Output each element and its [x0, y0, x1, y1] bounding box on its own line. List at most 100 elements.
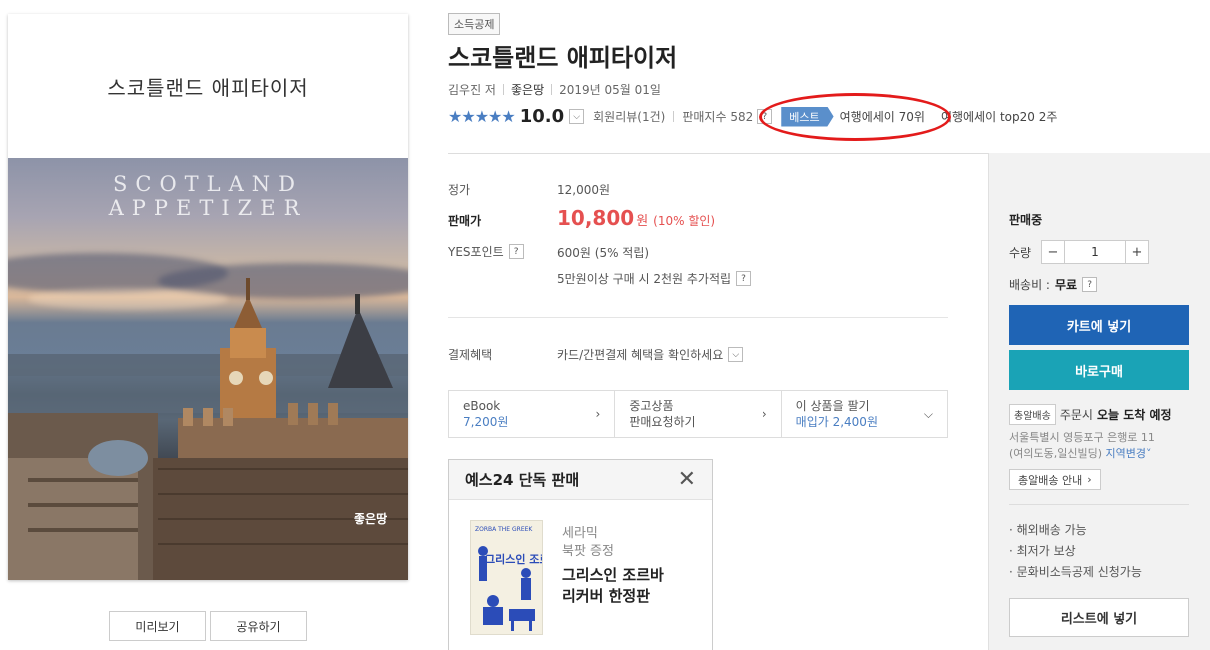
purchase-panel: 판매중 수량 − 1 + 배송비 : 무료 ? 카트에 넣기 바로구매 총알배송…: [988, 153, 1210, 650]
quantity-plus-button[interactable]: +: [1126, 241, 1148, 263]
quantity-label: 수량: [1009, 246, 1032, 260]
chevron-right-icon: ›: [595, 407, 601, 421]
add-to-cart-button[interactable]: 카트에 넣기: [1009, 305, 1189, 345]
divider: [502, 84, 504, 95]
option-title: eBook: [463, 399, 501, 413]
exclusive-title: 예스24 단독 판매: [465, 471, 580, 489]
rating-row: ★★★★★ 10.0 ⌵ 회원리뷰(1건) 판매지수 582 ? 베스트 여행에…: [448, 106, 1057, 127]
list-price-label: 정가: [448, 183, 471, 197]
extra-point: 5만원이상 구매 시 2천원 추가적립 ?: [557, 270, 752, 287]
shipping-value: 무료: [1054, 278, 1078, 292]
preview-button[interactable]: 미리보기: [109, 611, 206, 641]
exclusive-book-big: 그리스인 조르바: [485, 552, 543, 566]
option-sell[interactable]: 이 상품을 팔기 매입가 2,400원 ⌵: [780, 391, 947, 437]
tax-deduction-tag: 소득공제: [448, 13, 501, 35]
delivery-address-line1: 서울특별시 영등포구 은행로 11: [1009, 431, 1155, 444]
sale-price-value: 10,800: [557, 206, 635, 230]
extra-point-text: 5만원이상 구매 시 2천원 추가적립: [557, 272, 732, 286]
chevron-right-icon: ›: [761, 407, 767, 421]
option-ebook[interactable]: eBook 7,200원 ›: [449, 391, 614, 437]
sale-price-unit: 원: [636, 214, 649, 229]
divider: [551, 84, 553, 95]
cover-photo: SCOTLAND APPETIZER 좋은땅: [8, 158, 408, 580]
book-cover[interactable]: 스코틀랜드 애피타이저 SCOTLAND APPETIZER 좋은땅: [8, 14, 408, 580]
divider: [1009, 504, 1189, 505]
delivery-address-line2: (여의도동,일신빌딩) 지역변경˅: [1009, 445, 1152, 461]
chevron-right-icon: ›: [1087, 473, 1092, 486]
point-label-text: YES포인트: [448, 245, 504, 259]
benefit-item: · 최저가 보상: [1009, 544, 1076, 558]
top20-link[interactable]: 여행에세이 top20 2주: [941, 108, 1057, 125]
discount-rate: (10% 할인): [653, 214, 716, 228]
exclusive-panel: 예스24 단독 판매 ✕ ZORBA THE GREEK 그리스인 조르바 세라…: [448, 459, 713, 650]
cover-publisher-mark: 좋은땅: [354, 512, 388, 526]
exclusive-book-top: ZORBA THE GREEK: [475, 526, 533, 533]
cover-korean-title: 스코틀랜드 애피타이저: [107, 75, 309, 100]
shipping-label: 배송비 :: [1009, 278, 1050, 292]
exclusive-sub2: 북팟 증정: [562, 544, 614, 559]
point-label: YES포인트 ?: [448, 243, 524, 260]
bullet-delivery: 총알배송 주문시 오늘 도착 예정: [1009, 404, 1172, 425]
option-subtitle: 판매요청하기: [629, 415, 696, 429]
divider: [673, 111, 675, 122]
star-rating-icon: ★★★★★: [448, 107, 516, 126]
sale-price-label: 판매가: [448, 214, 482, 228]
benefit-item: · 해외배송 가능: [1009, 523, 1087, 537]
exclusive-book-image[interactable]: ZORBA THE GREEK 그리스인 조르바: [470, 520, 543, 635]
bullet-delivery-eta: 오늘 도착 예정: [1096, 408, 1172, 422]
author[interactable]: 김우진 저: [448, 81, 496, 98]
delivery-address-text: (여의도동,일신빌딩): [1009, 447, 1103, 460]
divider: [448, 317, 948, 318]
sale-price: 10,800 원 (10% 할인): [557, 206, 715, 230]
annotation-circle: [759, 93, 951, 141]
help-icon[interactable]: ?: [1082, 277, 1098, 292]
bullet-delivery-text: 주문시: [1059, 408, 1093, 422]
exclusive-name1[interactable]: 그리스인 조르바: [562, 564, 664, 585]
payment-benefit-text: 카드/간편결제 혜택을 확인하세요: [557, 348, 724, 362]
payment-benefit-label: 결제혜택: [448, 348, 493, 362]
product-meta: 김우진 저 좋은땅 2019년 05월 01일: [448, 81, 661, 98]
exclusive-header: 예스24 단독 판매 ✕: [449, 460, 712, 500]
shipping-fee: 배송비 : 무료 ?: [1009, 276, 1098, 293]
help-icon[interactable]: ?: [508, 244, 524, 259]
quantity-stepper: − 1 +: [1041, 240, 1149, 264]
add-to-list-button[interactable]: 리스트에 넣기: [1009, 598, 1189, 637]
chevron-down-icon[interactable]: ⌵: [569, 109, 585, 124]
cover-buttons: 미리보기 공유하기: [109, 611, 307, 641]
option-used[interactable]: 중고상품 판매요청하기 ›: [614, 391, 780, 437]
exclusive-sub1: 세라믹: [562, 526, 598, 541]
option-price: 7,200원: [463, 415, 509, 429]
bullet-delivery-info-label: 총알배송 안내: [1018, 473, 1083, 487]
chevron-down-icon: ˅: [1146, 447, 1152, 460]
rating-score: 10.0: [519, 106, 565, 127]
product-page: 스코틀랜드 애피타이저 SCOTLAND APPETIZER 좋은땅 미리보기 …: [0, 0, 1210, 650]
point-value: 600원 (5% 적립): [557, 246, 650, 260]
quantity-input[interactable]: 1: [1064, 241, 1126, 263]
close-icon[interactable]: ✕: [678, 468, 696, 491]
purchase-options: eBook 7,200원 › 중고상품 판매요청하기 › 이 상품을 팔기 매입…: [448, 390, 948, 438]
chevron-down-icon[interactable]: ⌵: [728, 347, 744, 362]
bullet-delivery-badge: 총알배송: [1009, 404, 1056, 425]
publish-date: 2019년 05월 01일: [559, 83, 661, 97]
benefit-item: · 문화비소득공제 신청가능: [1009, 565, 1142, 579]
cover-cityscape: [8, 278, 408, 580]
product-title: 스코틀랜드 애피타이저: [448, 44, 678, 72]
divider: [448, 153, 988, 154]
sales-index: 판매지수 582: [682, 110, 754, 124]
payment-benefit: 카드/간편결제 혜택을 확인하세요 ⌵: [557, 346, 744, 363]
change-region-link[interactable]: 지역변경: [1106, 447, 1146, 460]
exclusive-book-art: ZORBA THE GREEK 그리스인 조르바: [475, 526, 543, 631]
chevron-down-icon: ⌵: [923, 407, 933, 421]
share-button[interactable]: 공유하기: [210, 611, 307, 641]
quantity-minus-button[interactable]: −: [1042, 241, 1064, 263]
bullet-delivery-info-button[interactable]: 총알배송 안내 ›: [1009, 469, 1101, 490]
sale-status: 판매중: [1009, 213, 1043, 227]
exclusive-name2[interactable]: 리커버 한정판: [562, 585, 650, 606]
review-link[interactable]: 회원리뷰(1건): [593, 108, 665, 125]
list-price-value: 12,000원: [557, 183, 611, 197]
publisher[interactable]: 좋은땅: [511, 81, 544, 98]
buy-now-button[interactable]: 바로구매: [1009, 350, 1189, 390]
help-icon[interactable]: ?: [736, 271, 752, 286]
option-title: 중고상품: [629, 399, 674, 413]
cover-top: 스코틀랜드 애피타이저: [8, 14, 408, 158]
